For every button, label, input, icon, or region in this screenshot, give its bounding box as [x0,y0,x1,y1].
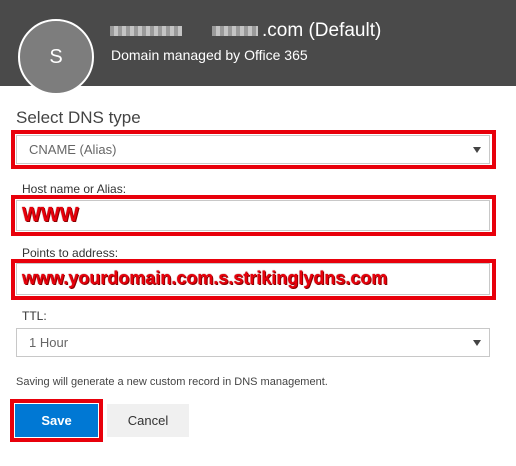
chevron-down-icon [473,146,481,153]
host-name-input[interactable] [16,200,490,231]
domain-title: .com (Default) [110,20,381,42]
points-to-value: www.yourdomain.com.s.strikinglydns.com [22,268,388,288]
host-name-label: Host name or Alias: [22,182,127,196]
dns-type-selected-value: CNAME (Alias) [29,142,117,157]
dns-type-select[interactable]: CNAME (Alias) [16,135,490,164]
chevron-down-icon [473,339,481,346]
save-hint-text: Saving will generate a new custom record… [16,376,328,388]
select-dns-type-heading: Select DNS type [16,108,141,127]
redacted-domain-part-1 [110,25,182,36]
ttl-selected-value: 1 Hour [29,335,69,350]
host-name-value: WWW [22,204,79,226]
avatar: S [18,19,94,95]
ttl-label: TTL: [22,309,47,323]
domain-subtitle: Domain managed by Office 365 [111,47,308,63]
save-button[interactable]: Save [15,404,98,437]
domain-suffix: .com (Default) [262,20,382,41]
points-to-label: Points to address: [22,246,119,260]
redacted-domain-part-2 [212,25,258,36]
cancel-button[interactable]: Cancel [107,404,189,437]
ttl-select[interactable]: 1 Hour [16,328,490,357]
